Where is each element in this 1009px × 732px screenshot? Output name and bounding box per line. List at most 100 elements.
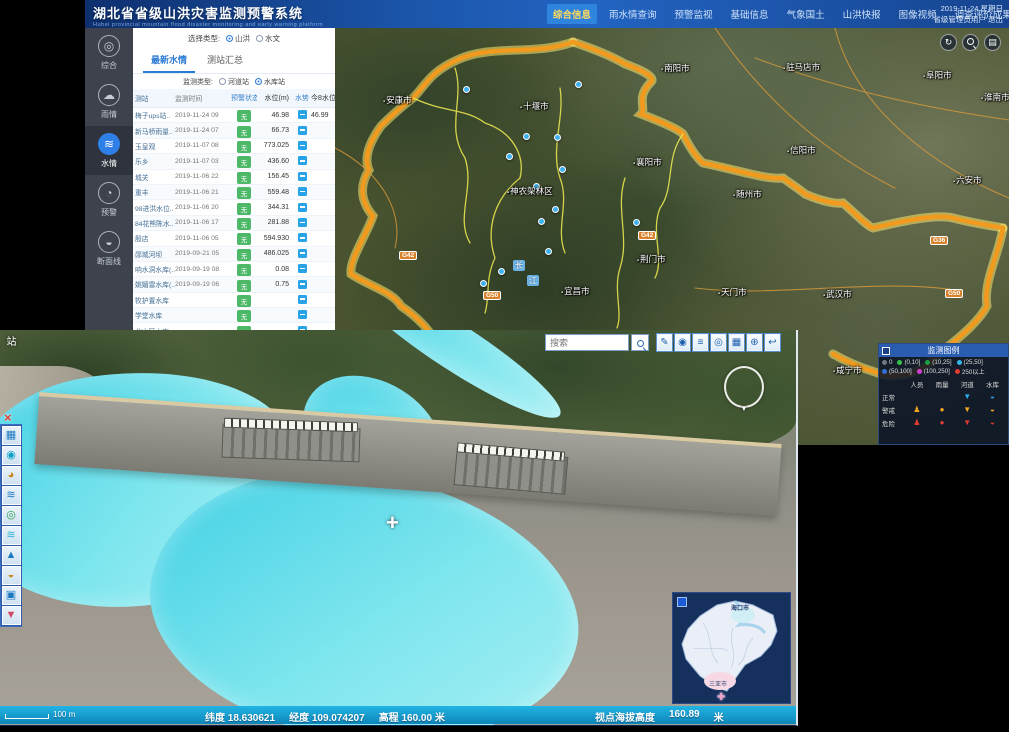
- station-option-river[interactable]: 河道站: [219, 77, 249, 87]
- nav-item[interactable]: 综合信息: [547, 4, 597, 24]
- nav-item[interactable]: 预警监视: [669, 4, 719, 24]
- station-name: 84花熊陈水..: [133, 218, 175, 228]
- monitor-time: 2019-11-06 21: [175, 189, 231, 196]
- station-marker[interactable]: [559, 166, 566, 173]
- station-marker[interactable]: [498, 268, 505, 275]
- screen: 湖北省省级山洪灾害监测预警系统 Hubei provincial mountai…: [0, 0, 1009, 732]
- station-marker[interactable]: [575, 81, 582, 88]
- city-label-六安市: 六安市: [953, 174, 982, 186]
- station-marker[interactable]: [463, 86, 470, 93]
- frame-tool[interactable]: ▣: [2, 586, 21, 605]
- station-marker[interactable]: [523, 133, 530, 140]
- station-marker[interactable]: [538, 218, 545, 225]
- monitor-time: 2019-11-07 03: [175, 158, 231, 165]
- app-title: 湖北省省级山洪灾害监测预警系统: [93, 3, 323, 22]
- list-icon[interactable]: ≡: [692, 333, 709, 352]
- station-marker[interactable]: [552, 206, 559, 213]
- longitude-value: 109.074207: [312, 713, 365, 724]
- station-marker[interactable]: [554, 134, 561, 141]
- sidebar-item-综合[interactable]: ◎综合: [85, 28, 133, 77]
- compass-rose-icon: ✚: [717, 692, 725, 703]
- compass-ring: [724, 366, 764, 408]
- crosshair-icon: +: [386, 510, 399, 536]
- sidebar-item-雨情[interactable]: ☁雨情: [85, 77, 133, 126]
- eye-altitude-value: 160.89: [669, 709, 700, 724]
- flood-tool[interactable]: ▲: [2, 546, 21, 565]
- radio-icon[interactable]: [219, 78, 226, 85]
- legend-rain-item: (0,10]: [897, 359, 920, 366]
- tab-latest-water[interactable]: 最新水情: [143, 49, 195, 73]
- rotate-icon[interactable]: ↻: [940, 34, 957, 51]
- type-option-shanhong[interactable]: 山洪: [226, 33, 250, 44]
- tab-station-summary[interactable]: 测站汇总: [199, 49, 251, 73]
- close-icon[interactable]: ×: [4, 410, 12, 425]
- sidebar-item-水情[interactable]: ≋水情: [85, 126, 133, 175]
- image-icon[interactable]: ▦: [728, 333, 745, 352]
- water-level: 0.08: [257, 266, 293, 273]
- person-icon: ♟: [904, 419, 929, 427]
- station-name: 乐乡: [133, 156, 175, 166]
- river-triangle-icon: ▼: [955, 393, 980, 401]
- city-label-信阳市: 信阳市: [787, 144, 816, 156]
- lens-shape: [967, 38, 974, 45]
- search-icon: [637, 340, 644, 347]
- nav-item[interactable]: 基础信息: [725, 4, 775, 24]
- eye-icon[interactable]: ◎: [710, 333, 727, 352]
- water-level: 156.45: [257, 173, 293, 180]
- station-marker[interactable]: [506, 153, 513, 160]
- station-marker[interactable]: [545, 248, 552, 255]
- wave-tool[interactable]: ≋: [2, 486, 21, 505]
- compass-control[interactable]: ▼: [722, 364, 766, 410]
- trend-steady-icon: [298, 264, 307, 273]
- station-marker[interactable]: [480, 280, 487, 287]
- camera-icon[interactable]: ◉: [674, 333, 691, 352]
- overview-inset-map[interactable]: 海口市 三亚市 ✚: [672, 592, 791, 704]
- legend-rain-label: (50,100]: [889, 368, 912, 375]
- back-icon[interactable]: ↩: [764, 333, 781, 352]
- station-marker[interactable]: [633, 219, 640, 226]
- river-label: 长: [513, 260, 525, 271]
- legend-dot: [882, 369, 887, 374]
- station-option-reservoir[interactable]: 水库站: [255, 77, 285, 87]
- header-user[interactable]: 省级管理员用户 退出: [933, 14, 1003, 25]
- flow-tool[interactable]: ◉: [2, 446, 21, 465]
- type-option-shuiwen[interactable]: 水文: [256, 33, 280, 44]
- search-icon[interactable]: [962, 34, 979, 51]
- dam-tool[interactable]: ▦: [2, 426, 21, 445]
- monitor-time: 2019-11-24 07: [175, 127, 231, 134]
- sidebar-item-断面线[interactable]: ◒断面线: [85, 224, 133, 273]
- alert-tool[interactable]: ▼: [2, 606, 21, 625]
- whirl-tool[interactable]: ◎: [2, 506, 21, 525]
- reservoir-icon: ◒: [980, 393, 1005, 401]
- terrain-tool[interactable]: ◒: [2, 566, 21, 585]
- legend-dot: [897, 360, 902, 365]
- nav-item[interactable]: 山洪快报: [837, 4, 887, 24]
- legend-dot: [882, 360, 887, 365]
- monitor-time: 2019-09-21 05: [175, 250, 231, 257]
- sidebar-item-label: 水情: [85, 158, 133, 169]
- inset-mode-icon[interactable]: [677, 597, 687, 607]
- legend-row-警戒: 警戒♟●▼◒: [882, 403, 1005, 416]
- status-badge: 无: [237, 172, 252, 184]
- splash-tool[interactable]: ≋: [2, 526, 21, 545]
- legend-dot: [925, 360, 930, 365]
- radio-icon[interactable]: [226, 35, 233, 42]
- legend-rain-label: (25,50]: [964, 359, 983, 366]
- search-input[interactable]: [545, 334, 629, 351]
- partial-station-label: 站: [2, 336, 17, 346]
- search-button[interactable]: [631, 334, 649, 351]
- water-level: 66.73: [257, 127, 293, 134]
- draw-icon[interactable]: ✎: [656, 333, 673, 352]
- latitude-value: 18.630621: [228, 713, 275, 724]
- sidebar-item-label: 综合: [85, 60, 133, 71]
- layers-icon[interactable]: ▤: [984, 34, 1001, 51]
- sidebar-item-预警[interactable]: ◔预警: [85, 175, 133, 224]
- status-badge: 无: [237, 218, 252, 230]
- station-name: 98进洪水位..: [133, 203, 175, 213]
- typhoon-tool[interactable]: ◕: [2, 466, 21, 485]
- globe-icon[interactable]: ⊕: [746, 333, 763, 352]
- nav-item[interactable]: 气象国土: [781, 4, 831, 24]
- radio-icon[interactable]: [256, 35, 263, 42]
- radio-icon[interactable]: [255, 78, 262, 85]
- nav-item[interactable]: 雨水情查询: [603, 4, 663, 24]
